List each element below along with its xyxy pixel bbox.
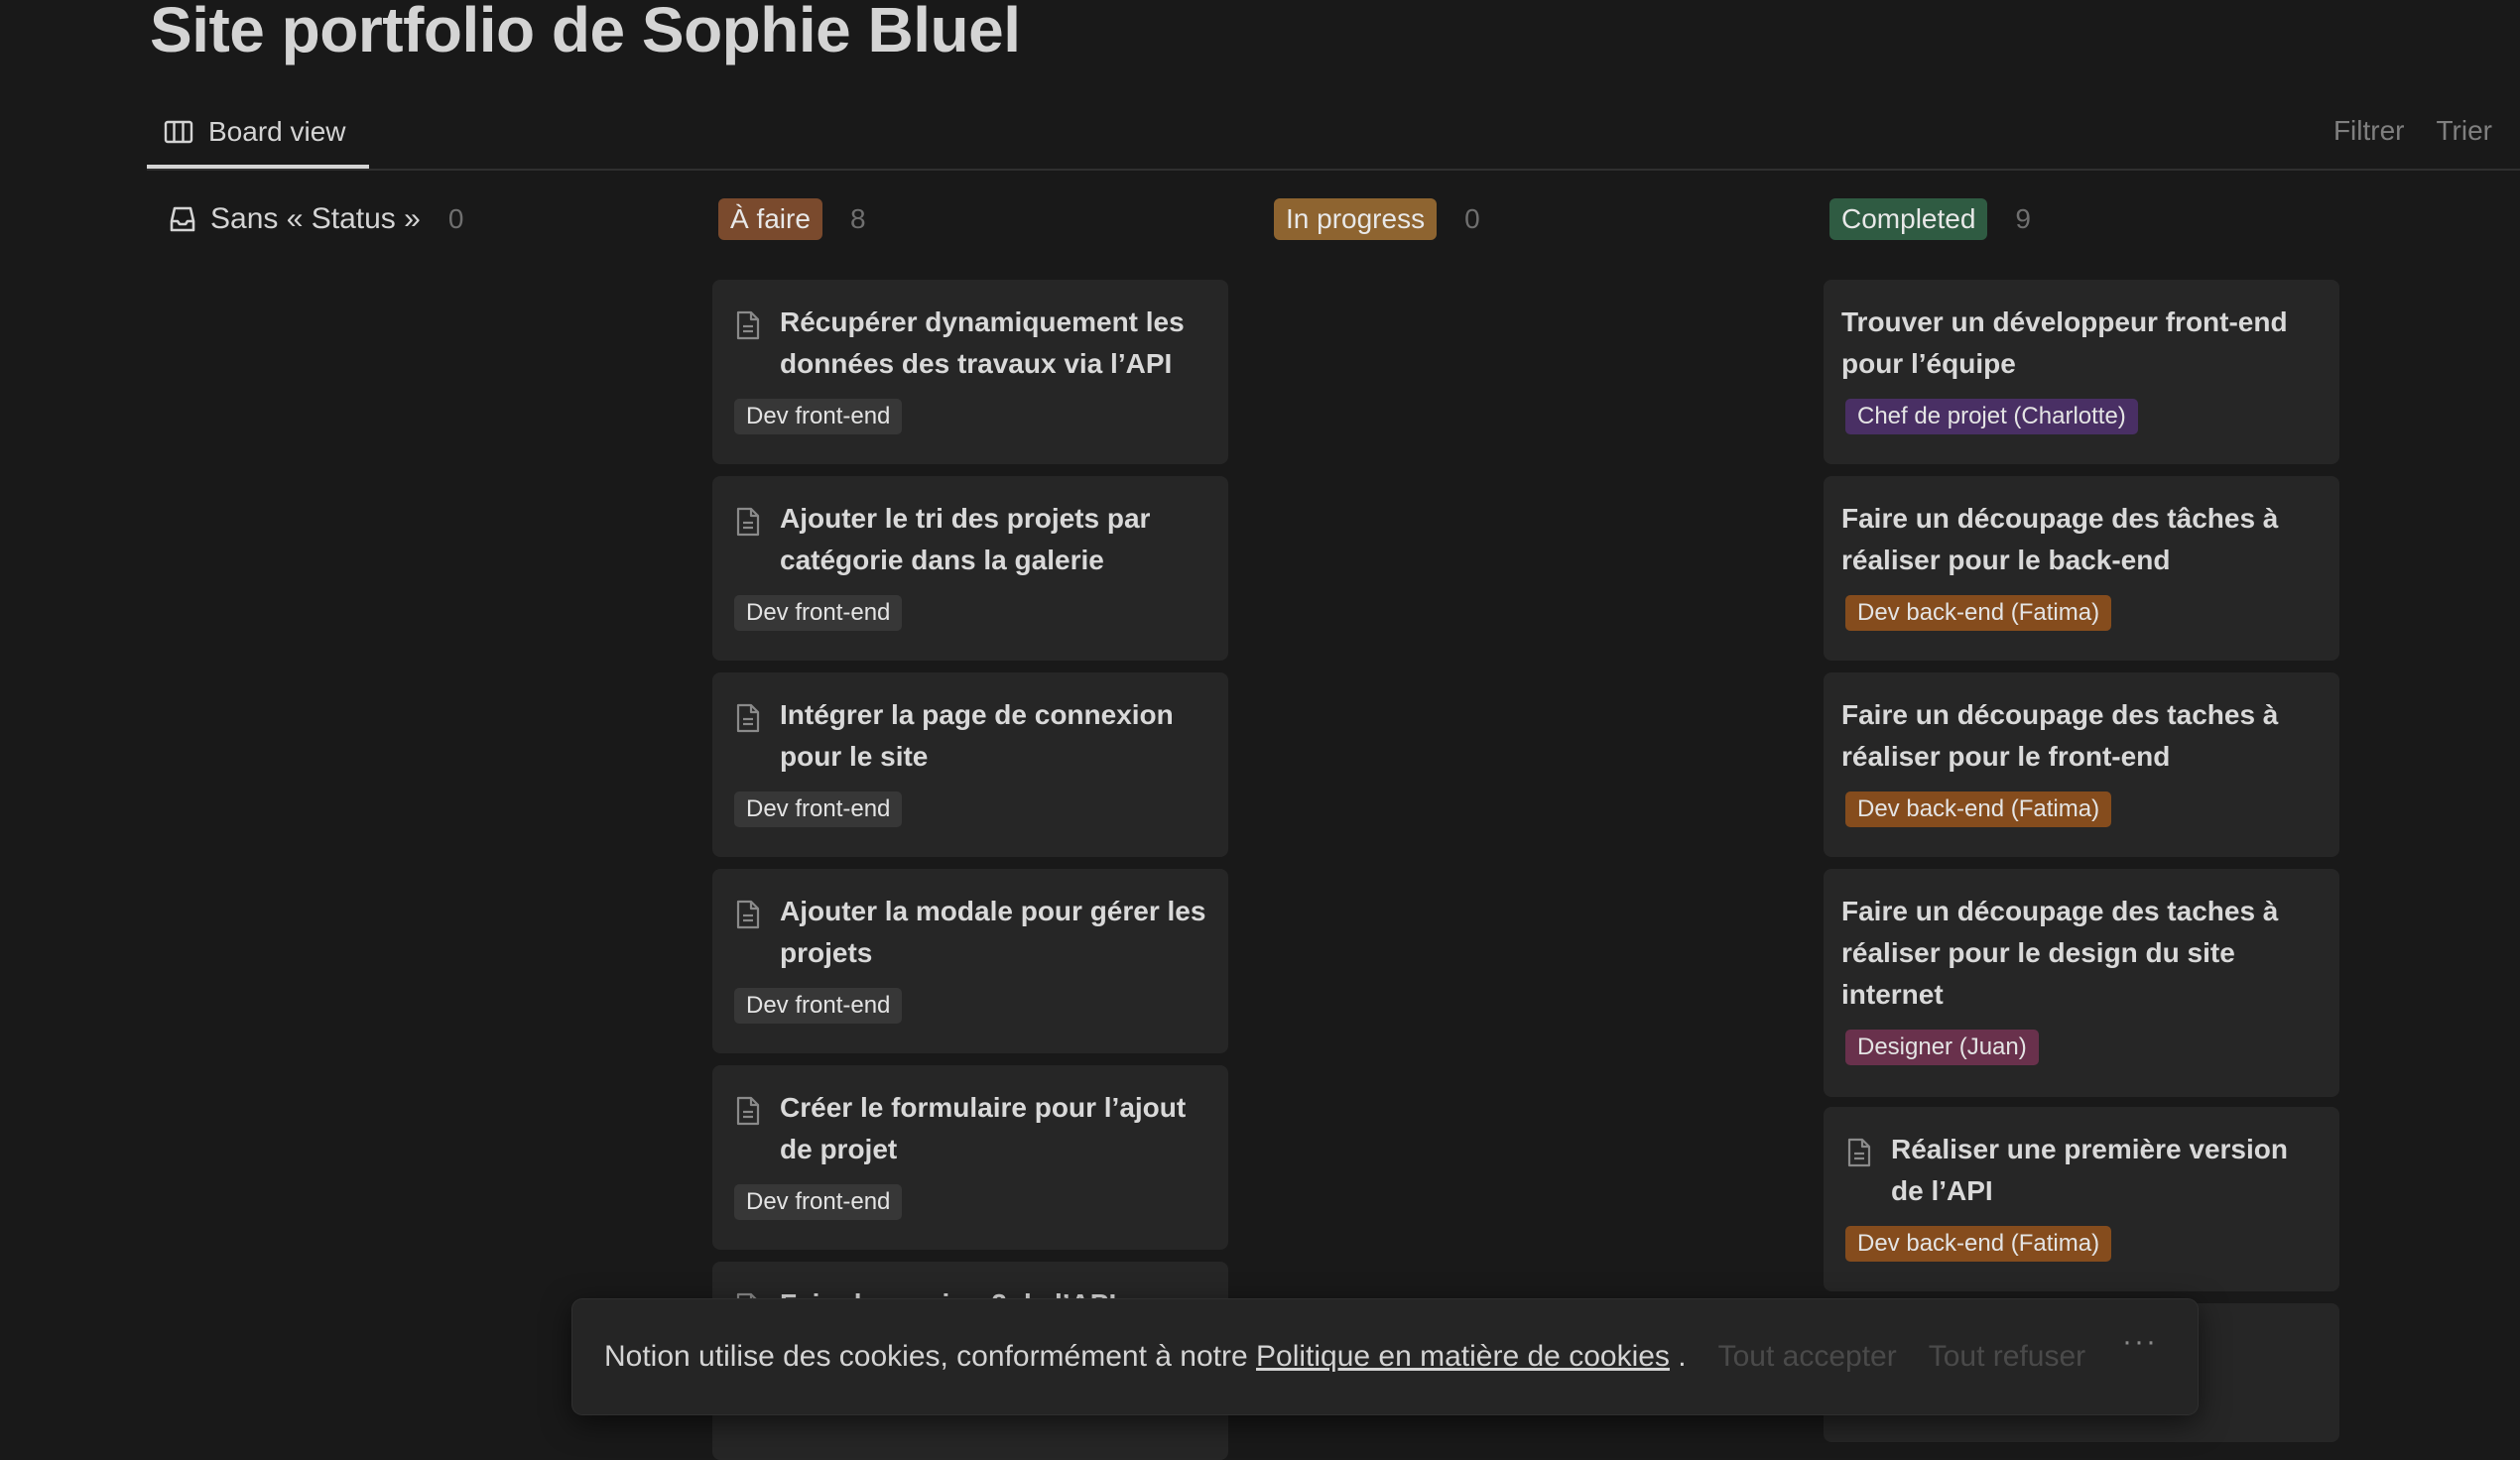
status-pill-todo[interactable]: À faire — [718, 198, 822, 240]
status-pill-in-progress[interactable]: In progress — [1274, 198, 1438, 240]
card-tag: Chef de projet (Charlotte) — [1845, 399, 2138, 434]
completed-card[interactable]: Trouver un développeur front-end pour l’… — [1824, 280, 2339, 464]
card-title: Faire un découpage des tâches à réaliser… — [1841, 503, 2279, 575]
no-status-group[interactable]: Sans « Status » — [147, 202, 421, 236]
accept-all-button[interactable]: Tout accepter — [1718, 1340, 1897, 1374]
card-tag: Dev back-end (Fatima) — [1845, 595, 2112, 631]
column-count: 0 — [1464, 203, 1480, 234]
page-doc-icon — [736, 310, 760, 340]
card-title: Ajouter le tri des projets par catégorie… — [780, 503, 1151, 575]
page-doc-icon — [736, 703, 760, 733]
completed-card[interactable]: Faire un découpage des taches à réaliser… — [1824, 869, 2339, 1097]
card-title-row: Intégrer la page de connexion pour le si… — [734, 694, 1210, 778]
column-header: À faire 8 — [712, 196, 866, 242]
column-count: 0 — [447, 203, 464, 234]
card-tag: Dev front-end — [734, 791, 903, 827]
card-title: Trouver un développeur front-end pour l’… — [1841, 306, 2288, 379]
card-title-row: Trouver un développeur front-end pour l’… — [1841, 302, 2322, 385]
page-doc-icon — [736, 900, 760, 929]
card-tag: Dev front-end — [734, 595, 903, 631]
cookie-banner: Notion utilise des cookies, conformément… — [572, 1299, 2198, 1414]
cookie-message: Notion utilise des cookies, conformément… — [604, 1340, 1248, 1373]
card-title-row: Créer le formulaire pour l’ajout de proj… — [734, 1087, 1210, 1170]
card-tag: Dev front-end — [734, 1184, 903, 1220]
column-header: Completed 9 — [1824, 196, 2031, 242]
column-count: 8 — [849, 203, 866, 234]
column-count: 9 — [2015, 203, 2031, 234]
card-title: Ajouter la modale pour gérer les projets — [780, 896, 1206, 968]
refuse-all-button[interactable]: Tout refuser — [1929, 1340, 2085, 1374]
card-title: Faire un découpage des taches à réaliser… — [1841, 699, 2279, 772]
page-doc-icon — [1847, 1138, 1871, 1167]
card-title-row: Ajouter le tri des projets par catégorie… — [734, 498, 1210, 581]
card-title-row: Faire un découpage des taches à réaliser… — [1841, 694, 2322, 778]
card-tag: Dev front-end — [734, 988, 903, 1024]
board-toolbar: Filtrer Trier — [2333, 99, 2492, 163]
card-title: Faire un découpage des taches à réaliser… — [1841, 896, 2279, 1010]
card-title-row: Ajouter la modale pour gérer les projets — [734, 891, 1210, 974]
board-icon — [164, 120, 193, 144]
sort-button[interactable]: Trier — [2436, 115, 2492, 147]
page-doc-icon — [736, 507, 760, 537]
column-label: Sans « Status » — [210, 202, 421, 235]
column-completed: Completed 9 — [1824, 196, 2031, 242]
card-title-row: Réaliser une première version de l’API — [1845, 1129, 2322, 1212]
column-in-progress: In progress 0 — [1268, 196, 1480, 242]
card-tag: Dev back-end (Fatima) — [1845, 791, 2112, 827]
tab-board-view[interactable]: Board view — [147, 99, 369, 169]
column-header: Sans « Status » 0 — [147, 196, 463, 242]
todo-card[interactable]: Intégrer la page de connexion pour le si… — [712, 672, 1228, 857]
todo-card[interactable]: Récupérer dynamiquement les données des … — [712, 280, 1228, 464]
status-pill-completed[interactable]: Completed — [1829, 198, 1988, 240]
card-tag: Dev back-end (Fatima) — [1845, 1226, 2112, 1262]
cookie-policy-link[interactable]: Politique en matière de cookies — [1256, 1340, 1670, 1373]
card-title-row: Récupérer dynamiquement les données des … — [734, 302, 1210, 385]
card-title: Réaliser une première version de l’API — [1891, 1134, 2288, 1206]
inbox-icon — [170, 206, 195, 232]
todo-card[interactable]: Créer le formulaire pour l’ajout de proj… — [712, 1065, 1228, 1250]
card-title-row: Faire un découpage des taches à réaliser… — [1841, 891, 2322, 1016]
tab-board-view-label: Board view — [208, 116, 346, 147]
page-doc-icon — [736, 1096, 760, 1126]
cookie-text: Notion utilise des cookies, conformément… — [604, 1340, 1687, 1374]
card-tag: Dev front-end — [734, 399, 903, 434]
todo-card[interactable]: Ajouter la modale pour gérer les projets… — [712, 869, 1228, 1053]
more-options-icon[interactable]: ··· — [2122, 1325, 2158, 1359]
completed-card[interactable]: Faire un découpage des tâches à réaliser… — [1824, 476, 2339, 661]
cookie-period: . — [1678, 1340, 1687, 1373]
card-title: Créer le formulaire pour l’ajout de proj… — [780, 1092, 1187, 1164]
column-header: In progress 0 — [1268, 196, 1480, 242]
view-tab-bar: Board view — [147, 99, 2520, 171]
filter-button[interactable]: Filtrer — [2333, 115, 2405, 147]
card-title-row: Faire un découpage des tâches à réaliser… — [1841, 498, 2322, 581]
card-title: Récupérer dynamiquement les données des … — [780, 306, 1185, 379]
card-tag: Designer (Juan) — [1845, 1030, 2039, 1065]
page-title: Site portfolio de Sophie Bluel — [150, 0, 1021, 65]
completed-card[interactable]: Réaliser une première version de l’API De… — [1824, 1107, 2339, 1291]
todo-card[interactable]: Ajouter le tri des projets par catégorie… — [712, 476, 1228, 661]
completed-card[interactable]: Faire un découpage des taches à réaliser… — [1824, 672, 2339, 857]
column-no-status: Sans « Status » 0 — [147, 196, 463, 242]
column-todo: À faire 8 — [712, 196, 866, 242]
card-title: Intégrer la page de connexion pour le si… — [780, 699, 1174, 772]
